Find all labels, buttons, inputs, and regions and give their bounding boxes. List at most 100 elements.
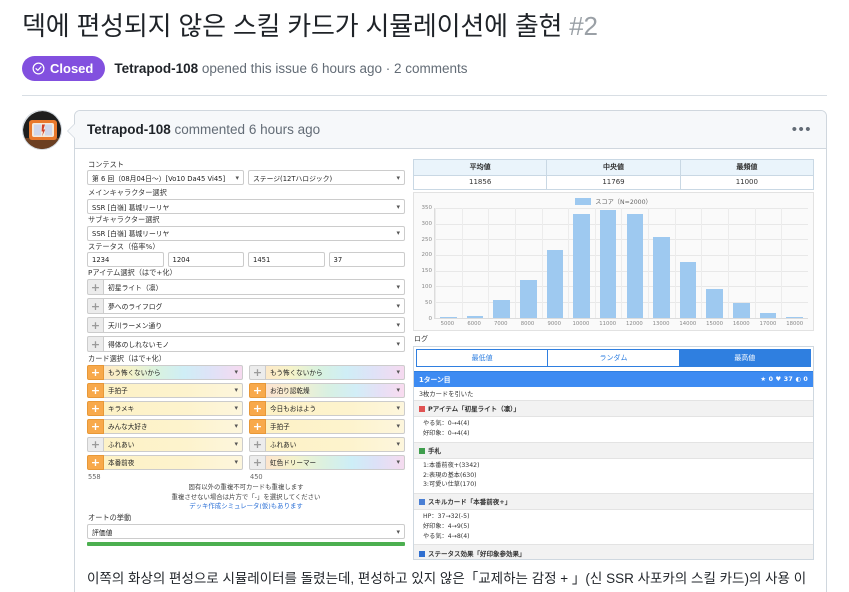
status-input-1[interactable]: 1234	[87, 252, 164, 268]
pitem-toggle-plus-icon[interactable]: +	[87, 317, 104, 333]
card-select[interactable]: 虹色ドリーマー ▾	[266, 454, 405, 470]
chart-y-tick: 200	[421, 252, 433, 259]
main-character-select[interactable]: SSR [白嶺] 葛城リーリヤ ▾	[87, 199, 405, 215]
status-effect-icon	[419, 550, 425, 557]
comment-body: コンテスト 第 6 回（08月04日～）[Vo10 Da45 Vi45] ▾ ス…	[75, 149, 826, 592]
chevron-down-icon: ▾	[234, 458, 238, 467]
log-block-title: ステータス効果「好印象参効果」	[428, 549, 526, 558]
chart-x-tick: 7000	[494, 320, 508, 327]
issue-author[interactable]: Tetrapod-108	[114, 61, 198, 76]
card-value: 本番前夜	[108, 459, 135, 468]
comment-author[interactable]: Tetrapod-108	[87, 122, 171, 137]
chart-bar	[466, 316, 484, 318]
status-input-2[interactable]: 1204	[167, 252, 244, 268]
card-select[interactable]: ふれあい ▾	[104, 436, 243, 452]
log-detail-line: 3:可愛い仕草(170)	[423, 481, 477, 489]
chevron-down-icon: ▾	[396, 368, 400, 377]
card-select[interactable]: もう怖くないから ▾	[104, 364, 243, 380]
card-select[interactable]: ふれあい ▾	[266, 436, 405, 452]
legend-swatch-score	[575, 197, 592, 205]
chart-y-tick: 50	[425, 299, 432, 306]
stat-header-mean: 平均値	[412, 158, 548, 176]
main-character-value: SSR [白嶺] 葛城リーリヤ	[92, 203, 170, 212]
stat-value-median: 11769	[546, 174, 681, 190]
card-select[interactable]: 今日もおはよう ▾	[266, 400, 405, 416]
pitem-toggle-plus-icon[interactable]: +	[87, 336, 104, 352]
sub-character-select[interactable]: SSR [白嶺] 葛城リーリヤ ▾	[87, 225, 405, 241]
auto-behavior-label: オートの挙動	[88, 513, 132, 523]
card-select[interactable]: キラメキ ▾	[104, 400, 243, 416]
card-select[interactable]: もう怖くないから ▾	[266, 364, 405, 380]
card-row: + 手拍子 ▾	[249, 418, 405, 434]
pitem-toggle-plus-icon[interactable]: +	[87, 298, 104, 314]
pitem-value: 天川ラーメン通り	[108, 322, 163, 330]
chart-x-tick: 17000	[759, 320, 777, 327]
skill-card-icon	[419, 499, 425, 506]
card-select[interactable]: 手拍子 ▾	[266, 418, 405, 434]
log-block-heading: スキルカード「本番前夜+」	[414, 492, 813, 510]
card-toggle-plus-icon[interactable]: +	[249, 400, 266, 416]
card-toggle-plus-icon[interactable]: +	[249, 364, 266, 380]
card-column-right: + もう怖くないから ▾ + お泊り認乾燥 ▾ + 今日もおはよう ▾ + 手拍…	[249, 364, 405, 483]
card-row: + 手拍子 ▾	[87, 382, 243, 398]
card-toggle-plus-icon[interactable]: +	[87, 400, 104, 416]
card-toggle-plus-icon[interactable]: +	[249, 418, 266, 434]
status-input-3[interactable]: 1451	[248, 252, 325, 268]
card-toggle-plus-icon[interactable]: +	[249, 382, 266, 398]
chart-bar-group	[674, 207, 702, 318]
log-block-title: Pアイテム「初星ライト（凛）」	[428, 405, 520, 414]
card-toggle-plus-icon[interactable]: +	[87, 382, 104, 398]
card-toggle-plus-icon[interactable]: +	[87, 454, 104, 470]
chevron-down-icon: ▾	[396, 202, 400, 211]
comment-timestamp: commented 6 hours ago	[170, 121, 321, 137]
chevron-down-icon: ▾	[234, 368, 238, 377]
card-toggle-plus-icon[interactable]: +	[249, 454, 266, 470]
card-toggle-plus-icon[interactable]: +	[87, 364, 104, 380]
card-select[interactable]: 手拍子 ▾	[104, 382, 243, 398]
sub-character-value: SSR [白嶺] 葛城リーリヤ	[92, 230, 170, 239]
card-column-left: + もう怖くないから ▾ + 手拍子 ▾ + キラメキ ▾ + みんな大好き ▾…	[87, 364, 243, 483]
chart-x-tick: 9000	[547, 320, 561, 327]
chart-bar	[679, 261, 697, 318]
comment-header: Tetrapod-108 commented 6 hours ago •••	[75, 110, 826, 149]
tab-lowest[interactable]: 最低値	[416, 348, 548, 367]
status-badge-label: Closed	[50, 60, 94, 76]
pitem-select[interactable]: 初星ライト（凛） ▾	[104, 279, 405, 295]
card-select[interactable]: みんな大好き ▾	[104, 418, 243, 434]
chart-bar-group	[568, 207, 595, 318]
sub-character-label: サブキャラクター選択	[88, 215, 160, 225]
pitem-select[interactable]: 夢へのライフログ ▾	[104, 298, 405, 314]
run-simulation-button[interactable]	[87, 542, 405, 547]
card-toggle-plus-icon[interactable]: +	[87, 418, 104, 434]
tab-highest[interactable]: 最高値	[678, 348, 811, 367]
pitem-value: 得体のしれないモノ	[108, 341, 170, 349]
deck-simulator-link[interactable]: デッキ作成シミュレータ(仮)もあります	[189, 502, 303, 510]
log-label: ログ	[414, 334, 428, 343]
kebab-menu-icon[interactable]: •••	[790, 121, 814, 138]
contest-select[interactable]: 第 6 回（08月04日～）[Vo10 Da45 Vi45] ▾	[87, 170, 244, 186]
pitem-toggle-plus-icon[interactable]: +	[87, 279, 104, 295]
chart-bar	[626, 213, 644, 318]
pitem-select[interactable]: 得体のしれないモノ ▾	[104, 336, 405, 352]
avatar[interactable]	[22, 109, 62, 150]
card-toggle-plus-icon[interactable]: +	[87, 436, 104, 452]
tab-random[interactable]: ランダム	[547, 348, 679, 367]
comment-card: Tetrapod-108 commented 6 hours ago ••• コ…	[67, 109, 827, 592]
chart-x-tick: 12000	[625, 320, 643, 327]
card-select[interactable]: お泊り認乾燥 ▾	[266, 382, 405, 398]
card-value: キラメキ	[108, 405, 135, 414]
stage-select[interactable]: ステージ(12Tハロジック) ▾	[248, 170, 405, 186]
auto-behavior-select[interactable]: 評価値 ▾	[87, 524, 405, 540]
chart-x-tick: 10000	[572, 320, 590, 327]
log-turn-stats: ★ 0 ♥ 37 ◐ 0	[760, 375, 808, 383]
card-value: ふれあい	[108, 441, 135, 450]
chart-y-tick: 100	[421, 284, 433, 291]
card-value: お泊り認乾燥	[270, 387, 310, 396]
card-toggle-plus-icon[interactable]: +	[249, 436, 266, 452]
pitem-row: + 得体のしれないモノ ▾	[87, 336, 405, 352]
pitem-select[interactable]: 天川ラーメン通り ▾	[104, 317, 405, 333]
issue-meta: Closed Tetrapod-108 opened this issue 6 …	[22, 55, 827, 95]
card-select[interactable]: 本番前夜 ▾	[104, 454, 243, 470]
status-input-4[interactable]: 37	[328, 252, 405, 268]
contest-label: コンテスト	[88, 159, 124, 169]
